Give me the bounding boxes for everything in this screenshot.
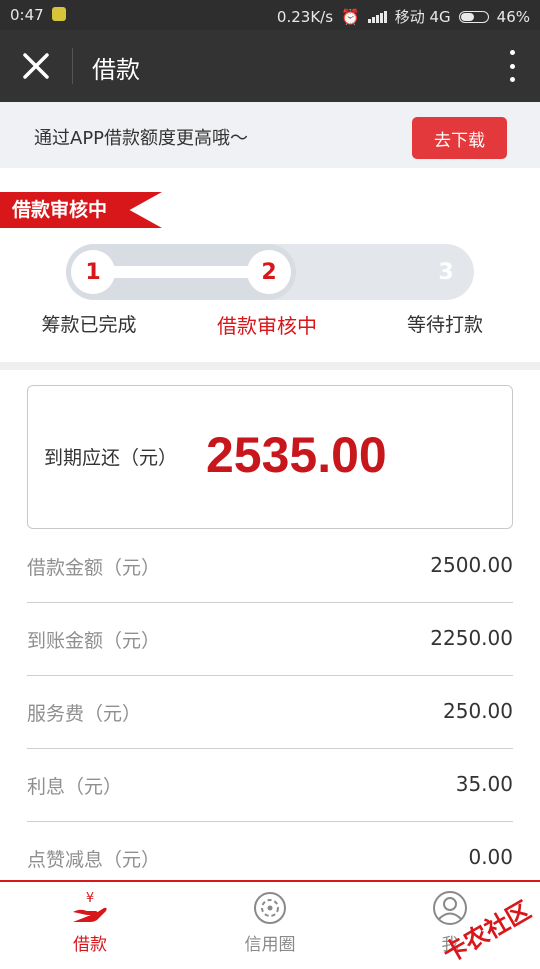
detail-value: 0.00 (468, 845, 513, 869)
app-download-banner: 通过APP借款额度更高哦～ 去下载 (0, 102, 540, 168)
alarm-icon: ⏰ (341, 7, 360, 26)
detail-label: 服务费（元） (27, 703, 142, 725)
section-separator (0, 362, 540, 370)
title-divider (72, 48, 73, 84)
step-3-label: 等待打款 (406, 314, 483, 336)
close-button[interactable] (18, 48, 54, 84)
step-1-label: 筹款已完成 (41, 314, 137, 336)
detail-value: 2250.00 (430, 626, 513, 650)
promo-text: 通过APP借款额度更高哦～ (34, 128, 249, 149)
status-indicators: 0.23K/s ⏰ 移动 4G 46% (277, 6, 530, 27)
clock: 0:47 (10, 6, 44, 24)
detail-label: 点赞减息（元） (27, 849, 161, 871)
network-speed: 0.23K/s (276, 7, 334, 26)
detail-value: 35.00 (455, 772, 513, 796)
step-3-dot: 3 (438, 259, 454, 285)
more-menu-button[interactable] (506, 50, 518, 82)
detail-row-service-fee: 服务费（元） 250.00 (27, 675, 513, 749)
signal-icon (367, 10, 387, 23)
detail-row-loan-amount: 借款金额（元） 2500.00 (27, 529, 513, 603)
detail-value: 250.00 (443, 699, 513, 723)
step-2-label: 借款审核中 (217, 314, 317, 338)
system-status-bar: 0:47 0.23K/s ⏰ 移动 4G 46% (0, 0, 540, 30)
title-bar: 借款 (0, 30, 540, 102)
close-icon (23, 53, 49, 79)
detail-label: 利息（元） (27, 776, 123, 798)
progress-connector (110, 266, 260, 278)
step-2-dot: 2 (247, 250, 291, 294)
more-dots-icon (509, 50, 515, 55)
status-ribbon: 借款审核中 (0, 192, 162, 228)
notification-icon (52, 7, 66, 21)
step-1-dot: 1 (71, 250, 115, 294)
progress-steps: 1 2 3 筹款已完成 借款审核中 等待打款 (0, 230, 540, 350)
page-title: 借款 (92, 56, 140, 84)
amount-due-card: 到期应还（元） 2535.00 (27, 385, 513, 529)
tab-loan-label: 借款 (73, 935, 107, 955)
tab-loan[interactable]: ¥ 借款 (0, 882, 180, 962)
carrier-label: 移动 4G (394, 8, 451, 26)
detail-label: 到账金额（元） (27, 630, 161, 652)
detail-row-interest: 利息（元） 35.00 (27, 748, 513, 822)
amount-due-value: 2535.00 (206, 427, 387, 483)
tab-credit-circle[interactable]: 信用圈 (180, 882, 360, 962)
detail-row-received-amount: 到账金额（元） 2250.00 (27, 602, 513, 676)
loan-hand-icon: ¥ (73, 891, 107, 922)
battery-percent: 46% (496, 7, 530, 26)
detail-value: 2500.00 (430, 553, 513, 577)
battery-icon (458, 10, 489, 23)
detail-label: 借款金额（元） (27, 557, 161, 579)
amount-due-label: 到期应还（元） (44, 447, 178, 469)
svg-text:¥: ¥ (86, 891, 94, 906)
tab-credit-circle-label: 信用圈 (244, 935, 296, 955)
credit-circle-icon (254, 892, 286, 924)
download-button[interactable]: 去下载 (412, 117, 507, 159)
